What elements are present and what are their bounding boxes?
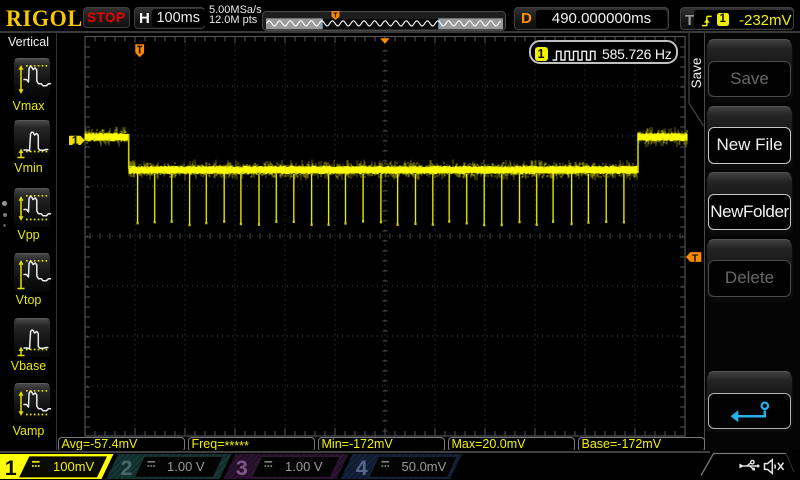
svg-text:3: 3 bbox=[236, 456, 248, 480]
svg-text:1.00 V: 1.00 V bbox=[285, 459, 323, 474]
svg-text:100mV: 100mV bbox=[53, 459, 95, 474]
svg-text:2: 2 bbox=[121, 456, 133, 480]
svg-text:1: 1 bbox=[5, 456, 17, 480]
svg-text:50.0mV: 50.0mV bbox=[402, 459, 447, 474]
svg-text:T: T bbox=[692, 253, 699, 265]
svg-text:1: 1 bbox=[72, 134, 79, 148]
svg-text:1.00 V: 1.00 V bbox=[167, 459, 205, 474]
svg-text:4: 4 bbox=[356, 456, 368, 480]
